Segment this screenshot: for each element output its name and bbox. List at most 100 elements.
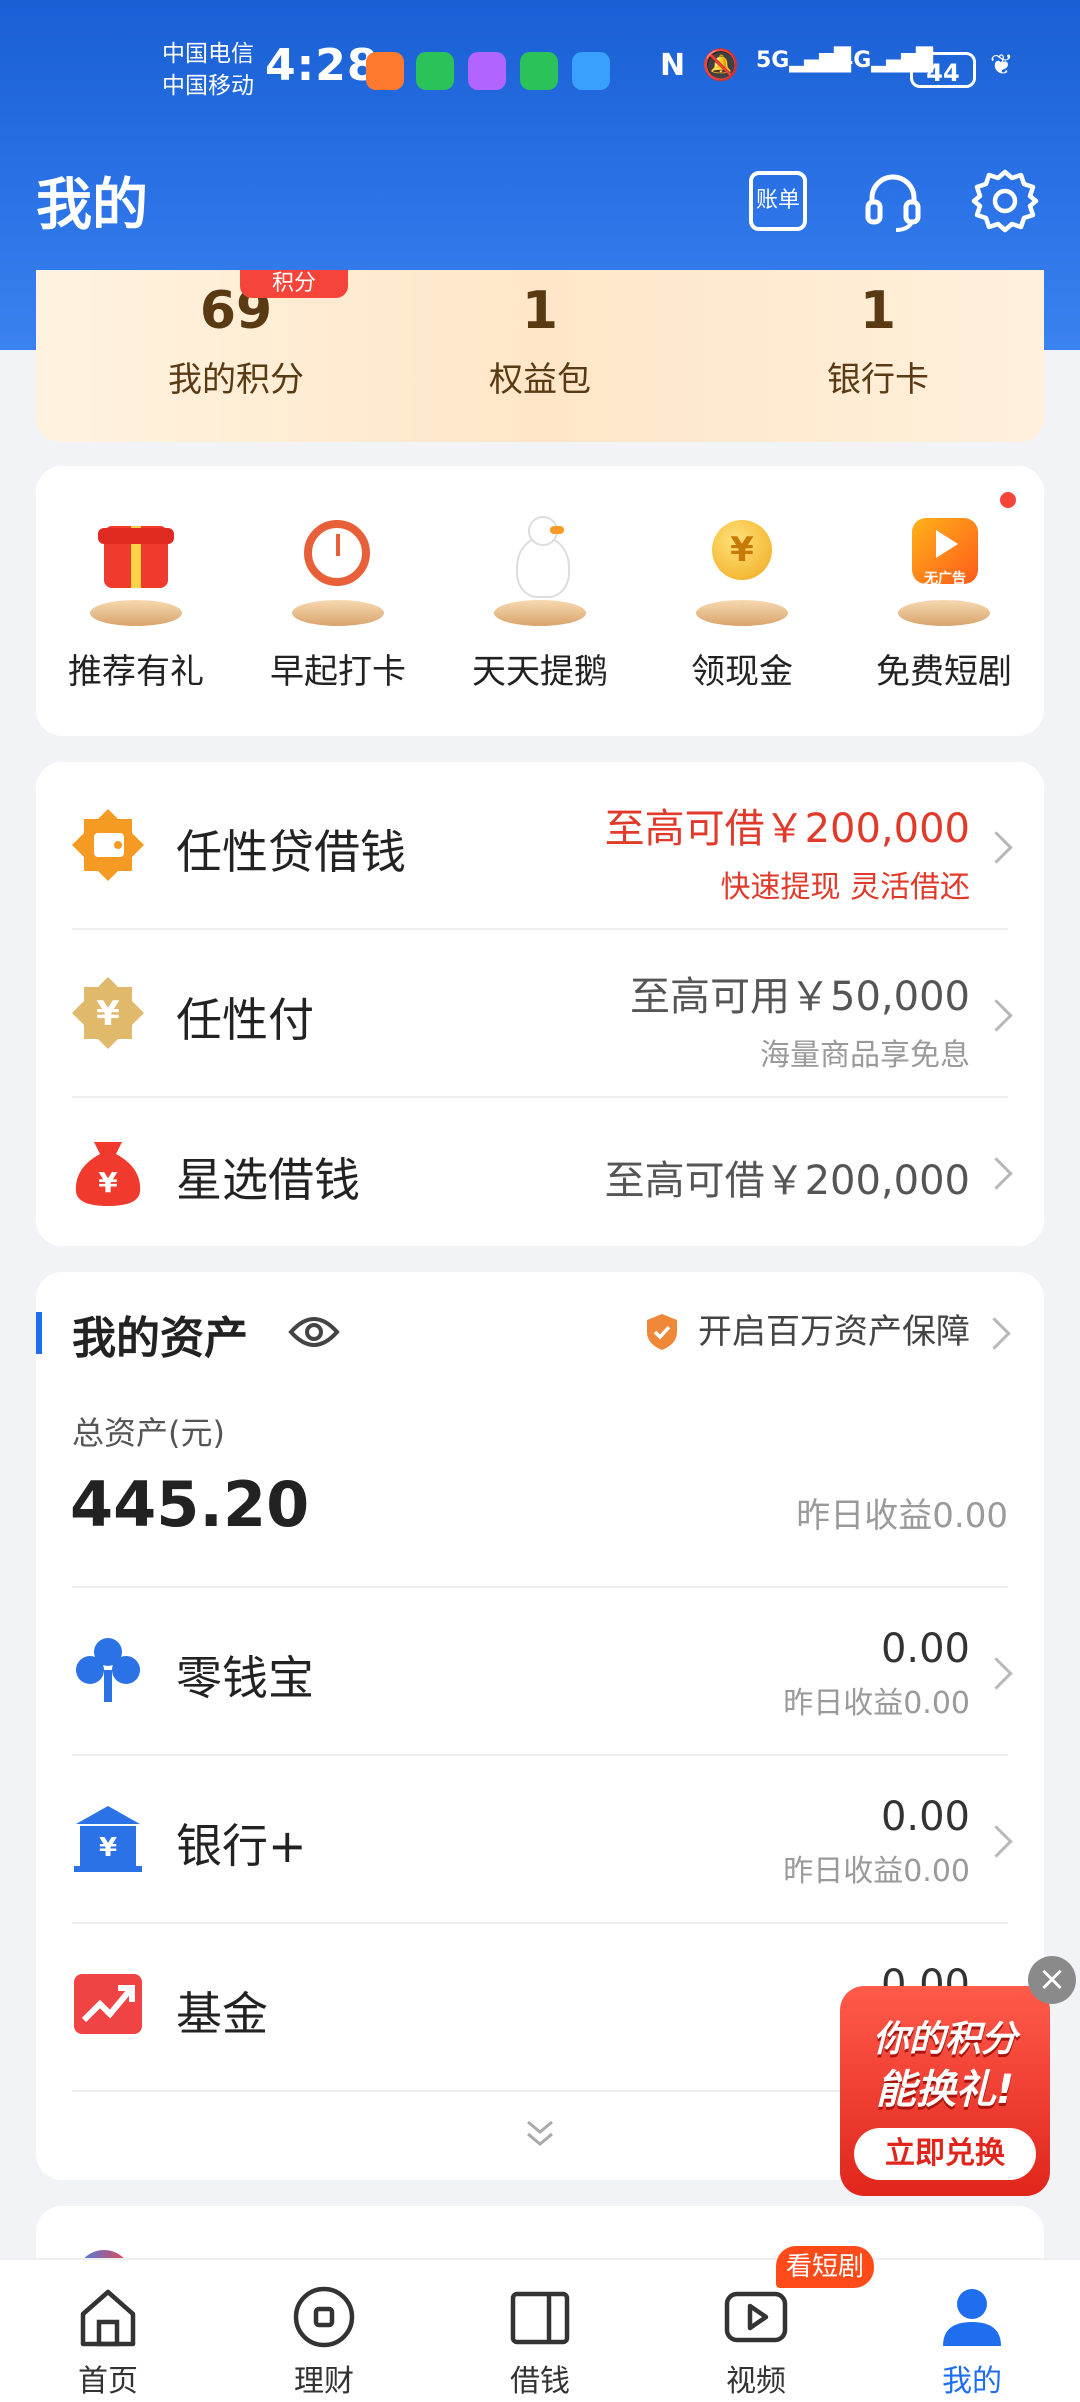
customer-service-button[interactable] bbox=[858, 166, 928, 236]
shortcut-label: 早起打卡 bbox=[270, 652, 406, 692]
nav-label: 我的 bbox=[942, 2364, 1002, 2399]
chat-app-icon bbox=[468, 52, 506, 90]
yesterday-earnings: 昨日收益0.00 bbox=[796, 1496, 1008, 1536]
asset-value: 0.00 bbox=[880, 1626, 970, 1672]
carrier-2: 中国移动 bbox=[162, 73, 254, 99]
notification-app-icon bbox=[366, 52, 404, 90]
loan-subtitle: 海量商品享免息 bbox=[760, 1038, 970, 1073]
nav-home[interactable]: 首页 bbox=[0, 2260, 216, 2400]
bottom-nav: 首页 理财 借钱 视频 看短剧 我的 bbox=[0, 2246, 1080, 2402]
bill-button[interactable]: 账单 bbox=[744, 166, 814, 236]
red-dot-badge bbox=[1000, 492, 1016, 508]
shortcuts-card: 推荐有礼 早起打卡 天天提鹅 ¥ 领现金 无广告 免费短剧 bbox=[36, 466, 1044, 736]
bank-card-item[interactable]: 1 银行卡 bbox=[748, 276, 1008, 401]
nav-wealth[interactable]: 理财 bbox=[216, 2260, 432, 2400]
goose-icon bbox=[480, 506, 600, 626]
shortcut-label: 领现金 bbox=[691, 652, 793, 692]
status-bar: 中国电信 中国移动 4:28 N 🔕 5G▂▄▆█ 4G▂▄▆█ 44 ❦ bbox=[0, 0, 1080, 128]
alarm-clock-icon bbox=[278, 506, 398, 626]
nav-label: 借钱 bbox=[510, 2364, 570, 2399]
redeem-now-button[interactable]: 立即兑换 bbox=[854, 2128, 1036, 2180]
nav-label: 首页 bbox=[78, 2364, 138, 2399]
promo-line-1: 你的积分 bbox=[872, 2019, 1017, 2060]
eye-toggle-button[interactable] bbox=[288, 1310, 340, 1354]
page-title: 我的 bbox=[36, 173, 148, 238]
settings-button[interactable] bbox=[970, 166, 1040, 236]
points-promo-float[interactable]: 你的积分 能换礼! 立即兑换 bbox=[840, 1986, 1050, 2196]
eye-icon bbox=[288, 1317, 340, 1347]
bank-card-value: 1 bbox=[859, 281, 897, 341]
orange-wallet-icon bbox=[70, 807, 146, 883]
chevron-right-icon bbox=[980, 1825, 1013, 1858]
short-drama-badge: 看短剧 bbox=[776, 2246, 875, 2288]
expand-more-button[interactable] bbox=[520, 2118, 560, 2152]
loan-row-renxingfu[interactable]: ¥ 任性付 至高可用￥50,000 海量商品享免息 bbox=[36, 930, 1044, 1096]
wechat-icon-2 bbox=[520, 52, 558, 90]
shortcut-daily-goose[interactable]: 天天提鹅 bbox=[440, 466, 640, 693]
wealth-icon bbox=[291, 2284, 357, 2350]
clover-icon bbox=[70, 1632, 146, 1708]
svg-text:¥: ¥ bbox=[98, 1166, 118, 1199]
loan-subtitle: 快速提现 灵活借还 bbox=[720, 870, 970, 905]
benefit-pack-item[interactable]: 1 权益包 bbox=[410, 276, 670, 401]
mute-bell-icon: 🔕 bbox=[702, 48, 740, 83]
chevron-right-icon bbox=[980, 831, 1013, 864]
loan-title: 星选借钱 bbox=[176, 1153, 360, 1207]
promo-line-2: 能换礼! bbox=[875, 2067, 1015, 2113]
asset-row-lingqianbao[interactable]: 零钱宝 0.00 昨日收益0.00 bbox=[36, 1588, 1044, 1754]
asset-info: 0.00 昨日收益0.00 bbox=[783, 1626, 970, 1722]
total-assets-label: 总资产(元) bbox=[72, 1414, 225, 1452]
carrier-info: 中国电信 中国移动 bbox=[162, 38, 254, 102]
no-ads-tag: 无广告 bbox=[924, 571, 966, 587]
asset-title: 基金 bbox=[176, 1987, 268, 2041]
gold-coin-icon: ¥ bbox=[682, 506, 802, 626]
loan-row-xingxuan[interactable]: ¥ 星选借钱 至高可借￥200,000 bbox=[36, 1098, 1044, 1246]
nfc-icon: N bbox=[660, 48, 686, 83]
leaf-icon: ❦ bbox=[990, 48, 1014, 81]
asset-info: 0.00 昨日收益0.00 bbox=[783, 1794, 970, 1890]
asset-earnings: 昨日收益0.00 bbox=[783, 1854, 970, 1889]
shortcut-get-cash[interactable]: ¥ 领现金 bbox=[642, 466, 842, 693]
benefit-pack-label: 权益包 bbox=[489, 360, 591, 400]
nav-label: 理财 bbox=[294, 2364, 354, 2399]
wallet-icon bbox=[507, 2284, 573, 2350]
svg-text:¥: ¥ bbox=[96, 994, 120, 1034]
chevron-right-icon bbox=[980, 1157, 1013, 1190]
asset-row-bank-plus[interactable]: ¥ 银行+ 0.00 昨日收益0.00 bbox=[36, 1756, 1044, 1922]
points-label: 我的积分 bbox=[168, 360, 304, 400]
bill-icon: 账单 bbox=[749, 171, 807, 231]
battery-icon: 44 bbox=[910, 52, 976, 88]
shortcut-label: 天天提鹅 bbox=[472, 652, 608, 692]
protection-label: 开启百万资产保障 bbox=[698, 1312, 970, 1352]
clock: 4:28 bbox=[265, 40, 379, 91]
loans-card: 任性贷借钱 至高可借￥200,000 快速提现 灵活借还 ¥ 任性付 至高可用￥… bbox=[36, 762, 1044, 1246]
benefit-pack-value: 1 bbox=[521, 281, 559, 341]
asset-protection-link[interactable]: 开启百万资产保障 bbox=[647, 1310, 1011, 1354]
headset-icon bbox=[865, 174, 921, 232]
points-badge: 积分 bbox=[240, 270, 348, 298]
nav-video[interactable]: 视频 看短剧 bbox=[648, 2246, 875, 2400]
assets-title: 我的资产 bbox=[72, 1313, 248, 1364]
nav-mine[interactable]: 我的 bbox=[864, 2260, 1080, 2400]
loan-limit: 至高可借￥200,000 bbox=[604, 806, 970, 852]
shortcut-label: 免费短剧 bbox=[876, 652, 1012, 692]
chevron-right-icon bbox=[980, 999, 1013, 1032]
net-label-2: 4G bbox=[838, 48, 872, 73]
play-tv-icon: 无广告 bbox=[884, 506, 1004, 626]
loan-info: 至高可借￥200,000 快速提现 灵活借还 bbox=[605, 796, 970, 906]
shortcut-referral[interactable]: 推荐有礼 bbox=[36, 466, 236, 693]
auto-app-icon bbox=[572, 52, 610, 90]
close-icon[interactable]: × bbox=[1028, 1956, 1076, 2004]
user-icon bbox=[939, 2284, 1005, 2350]
section-marker bbox=[36, 1312, 42, 1354]
asset-title: 银行+ bbox=[176, 1819, 307, 1873]
bank-card-label: 银行卡 bbox=[827, 360, 929, 400]
shortcut-morning-checkin[interactable]: 早起打卡 bbox=[238, 466, 438, 693]
loan-title: 任性贷借钱 bbox=[176, 825, 406, 879]
shield-icon bbox=[647, 1314, 677, 1350]
loan-row-renxingdai[interactable]: 任性贷借钱 至高可借￥200,000 快速提现 灵活借还 bbox=[36, 762, 1044, 928]
asset-value: 0.00 bbox=[880, 1794, 970, 1840]
nav-borrow[interactable]: 借钱 bbox=[432, 2260, 648, 2400]
double-chevron-down-icon bbox=[527, 2120, 553, 2146]
money-bag-icon: ¥ bbox=[70, 1134, 146, 1210]
